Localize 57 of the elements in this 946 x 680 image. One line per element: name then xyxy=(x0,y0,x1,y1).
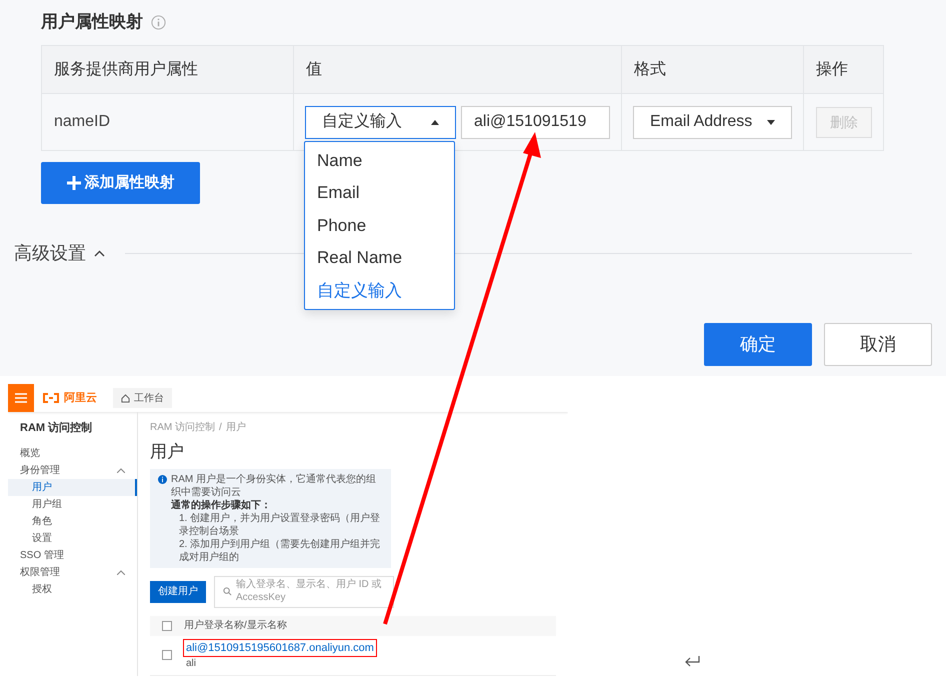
info-text: RAM 用户是一个身份实体，它通常代表您的组织中需要访问云 xyxy=(171,472,377,498)
sidebar-item[interactable]: 授权 xyxy=(8,580,137,598)
column-header: 服务提供商用户属性 xyxy=(53,60,199,80)
sidebar-item[interactable]: 用户 xyxy=(8,478,137,496)
sidebar-item[interactable]: SSO 管理 xyxy=(8,546,137,564)
sidebar-group[interactable]: 权限管理 xyxy=(8,564,137,580)
dropdown-option[interactable]: Phone xyxy=(305,209,454,242)
return-arrow-icon xyxy=(684,656,700,668)
dropdown-option[interactable]: Name xyxy=(305,144,454,176)
advanced-settings-toggle[interactable]: 高级设置 xyxy=(14,240,105,267)
confirm-button[interactable]: 确定 xyxy=(704,323,812,366)
table-cell-text: nameID xyxy=(53,112,112,132)
format-select[interactable]: Email Address xyxy=(633,106,792,138)
display-name: ali xyxy=(185,657,198,671)
column-header: 用户登录名称/显示名称 xyxy=(184,618,287,633)
menu-button[interactable] xyxy=(8,384,34,412)
checkbox[interactable] xyxy=(162,620,172,630)
column-header: 操作 xyxy=(803,46,884,93)
logo-text: 阿里云 xyxy=(64,390,97,406)
search-icon xyxy=(223,587,232,596)
info-text: 1. 创建用户，并为用户设置登录密码（用户登录控制台场景 xyxy=(178,512,382,538)
chevron-icon xyxy=(117,570,125,574)
checkbox[interactable] xyxy=(162,650,172,660)
sidebar-group[interactable]: 身份管理 xyxy=(8,462,137,478)
sidebar-title: RAM 访问控制 xyxy=(19,420,94,436)
breadcrumb-separator: / xyxy=(219,421,222,435)
plus-icon xyxy=(66,176,80,190)
sidebar-item[interactable]: 概览 xyxy=(8,444,137,462)
value-input[interactable]: ali@151091519 xyxy=(461,106,610,138)
info-text: 2. 添加用户到用户组（需要先创建用户组并完成对用户组的 xyxy=(178,538,382,564)
menu-icon xyxy=(15,393,27,403)
value-select[interactable]: 自定义输入 xyxy=(305,106,456,138)
info-text: 通常的操作步骤如下： xyxy=(171,498,272,512)
dropdown-option[interactable]: 自定义输入 xyxy=(305,274,454,306)
chevron-icon xyxy=(94,250,105,257)
workbench-button[interactable]: 工作台 xyxy=(113,388,172,408)
caret-icon xyxy=(431,120,439,124)
column-header: 值 xyxy=(293,46,621,93)
create-user-button[interactable]: 创建用户 xyxy=(150,580,206,602)
add-mapping-button[interactable]: 添加属性映射 xyxy=(41,162,200,204)
sidebar-item[interactable]: 用户组 xyxy=(8,496,137,512)
page-title: 用户 xyxy=(150,441,185,463)
column-header: 格式 xyxy=(621,46,803,93)
info-icon xyxy=(158,474,167,484)
logo-icon xyxy=(42,393,60,403)
search-field[interactable]: 输入登录名、显示名、用户 ID 或 AccessKey xyxy=(214,576,394,608)
user-login-link[interactable]: ali@1510915195601687.onaliyun.com xyxy=(184,640,376,656)
info-icon xyxy=(151,14,166,30)
section-title: 用户属性映射 xyxy=(41,11,143,34)
sidebar-item[interactable]: 角色 xyxy=(8,512,137,530)
dropdown-option[interactable]: Email xyxy=(305,176,454,209)
dropdown-option[interactable]: Real Name xyxy=(305,242,454,274)
sidebar-item[interactable]: 设置 xyxy=(8,530,137,546)
chevron-icon xyxy=(117,468,125,472)
caret-icon xyxy=(767,120,775,124)
home-icon xyxy=(121,394,130,402)
cancel-button[interactable]: 取消 xyxy=(824,323,932,366)
